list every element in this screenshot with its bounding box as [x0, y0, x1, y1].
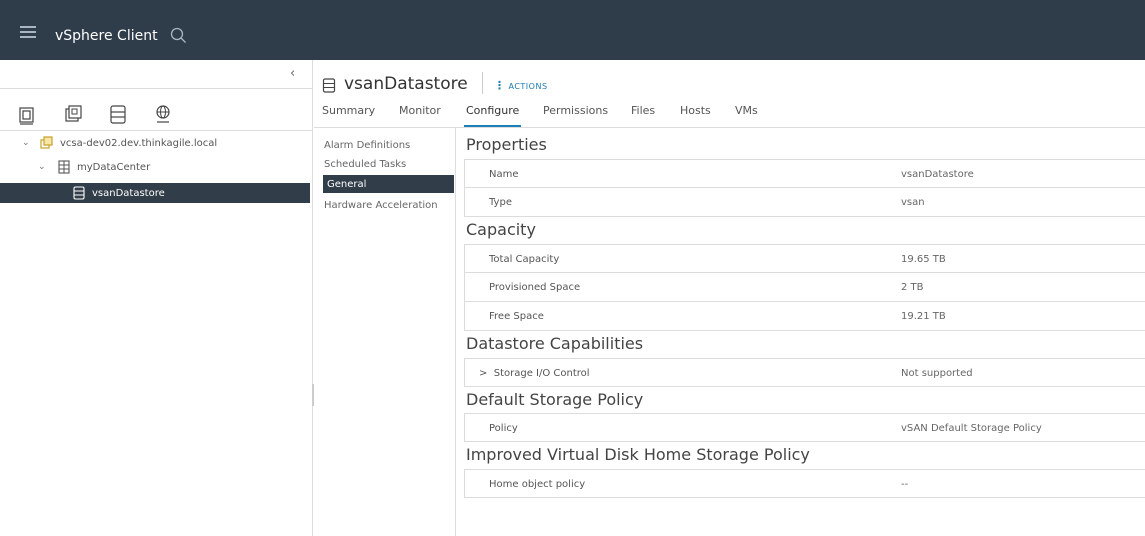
property-value: vsan: [901, 197, 925, 208]
property-value: vsanDatastore: [901, 169, 974, 180]
actions-label: ACTIONS: [508, 82, 548, 91]
chevron-down-icon[interactable]: ⌄: [38, 162, 46, 172]
tree-item-label: myDataCenter: [77, 161, 151, 173]
property-row: Name vsanDatastore: [464, 159, 1145, 188]
subnav-scheduled-tasks[interactable]: Scheduled Tasks: [322, 155, 448, 173]
property-key: Free Space: [489, 311, 544, 322]
datacenter-icon: [58, 160, 70, 174]
configure-subnav: Alarm Definitions Scheduled Tasks Genera…: [314, 128, 456, 536]
tab-files[interactable]: Files: [631, 104, 655, 117]
datastore-icon: [322, 78, 336, 93]
actions-menu-button[interactable]: ⋮ ACTIONS: [494, 79, 548, 92]
tab-hosts[interactable]: Hosts: [680, 104, 711, 117]
property-key: Home object policy: [489, 479, 586, 490]
app-title[interactable]: vSphere Client: [55, 28, 158, 44]
chevron-right-icon[interactable]: >: [479, 368, 487, 379]
property-value: 2 TB: [901, 282, 924, 293]
chevron-down-icon[interactable]: ⌄: [22, 138, 30, 148]
property-value: 19.21 TB: [901, 311, 946, 322]
top-header: vSphere Client: [0, 0, 1145, 60]
tab-summary[interactable]: Summary: [322, 104, 375, 117]
search-icon[interactable]: [170, 27, 187, 44]
property-row: Policy vSAN Default Storage Policy: [464, 413, 1145, 442]
property-row: Free Space 19.21 TB: [464, 302, 1145, 331]
object-title: vsanDatastore: [344, 74, 468, 94]
property-value: vSAN Default Storage Policy: [901, 423, 1042, 434]
section-title-capacity: Capacity: [466, 220, 536, 239]
tree-item-label: vcsa-dev02.dev.thinkagile.local: [60, 137, 218, 149]
tree-item-datacenter[interactable]: ⌄ myDataCenter: [0, 157, 310, 177]
section-title-default-storage-policy: Default Storage Policy: [466, 390, 644, 409]
divider: [482, 72, 483, 94]
property-row[interactable]: > Storage I/O Control Not supported: [464, 358, 1145, 387]
divider: [0, 130, 312, 131]
tab-permissions[interactable]: Permissions: [543, 104, 608, 117]
property-key: Storage I/O Control: [493, 368, 590, 379]
subnav-general[interactable]: General: [323, 175, 454, 193]
property-key: Name: [489, 169, 519, 180]
property-key: Policy: [489, 423, 518, 434]
property-value: 19.65 TB: [901, 254, 946, 265]
property-key: Provisioned Space: [489, 282, 581, 293]
networking-icon[interactable]: [152, 102, 174, 126]
property-row: Provisioned Space 2 TB: [464, 273, 1145, 302]
property-key: Type: [489, 197, 512, 208]
tree-item-datastore[interactable]: vsanDatastore: [0, 183, 310, 203]
section-title-capabilities: Datastore Capabilities: [466, 334, 644, 353]
property-row: Total Capacity 19.65 TB: [464, 244, 1145, 273]
menu-icon[interactable]: [20, 26, 36, 38]
inventory-icon-bar: [0, 90, 312, 130]
tree-item-label: vsanDatastore: [92, 187, 165, 199]
tab-monitor[interactable]: Monitor: [399, 104, 441, 117]
section-title-vdisk-home-policy: Improved Virtual Disk Home Storage Polic…: [466, 445, 810, 464]
collapse-navigator-button[interactable]: ‹: [290, 66, 295, 81]
navigator-pane: ‹ ⌄ vcsa-dev02.dev.thinkagile.local ⌄ my…: [0, 60, 313, 536]
vcenter-icon: [40, 136, 53, 149]
datastore-icon: [73, 186, 85, 200]
property-key: Total Capacity: [489, 254, 560, 265]
divider: [0, 88, 312, 89]
vertical-dots-icon: ⋮: [494, 79, 506, 92]
property-value: Not supported: [901, 368, 973, 379]
tab-vms[interactable]: VMs: [735, 104, 758, 117]
vms-templates-icon[interactable]: [62, 102, 84, 126]
hosts-clusters-icon[interactable]: [16, 102, 38, 126]
subnav-alarm-definitions[interactable]: Alarm Definitions: [322, 136, 448, 154]
expand-row-toggle[interactable]: > Storage I/O Control: [479, 368, 590, 379]
subnav-hardware-acceleration[interactable]: Hardware Acceleration: [322, 196, 448, 214]
property-row: Home object policy --: [464, 469, 1145, 498]
tab-configure[interactable]: Configure: [463, 104, 522, 128]
property-row: Type vsan: [464, 188, 1145, 217]
property-value: --: [901, 479, 909, 490]
storage-icon[interactable]: [107, 102, 129, 126]
tree-item-vcenter[interactable]: ⌄ vcsa-dev02.dev.thinkagile.local: [0, 133, 310, 153]
section-title-properties: Properties: [466, 135, 547, 154]
